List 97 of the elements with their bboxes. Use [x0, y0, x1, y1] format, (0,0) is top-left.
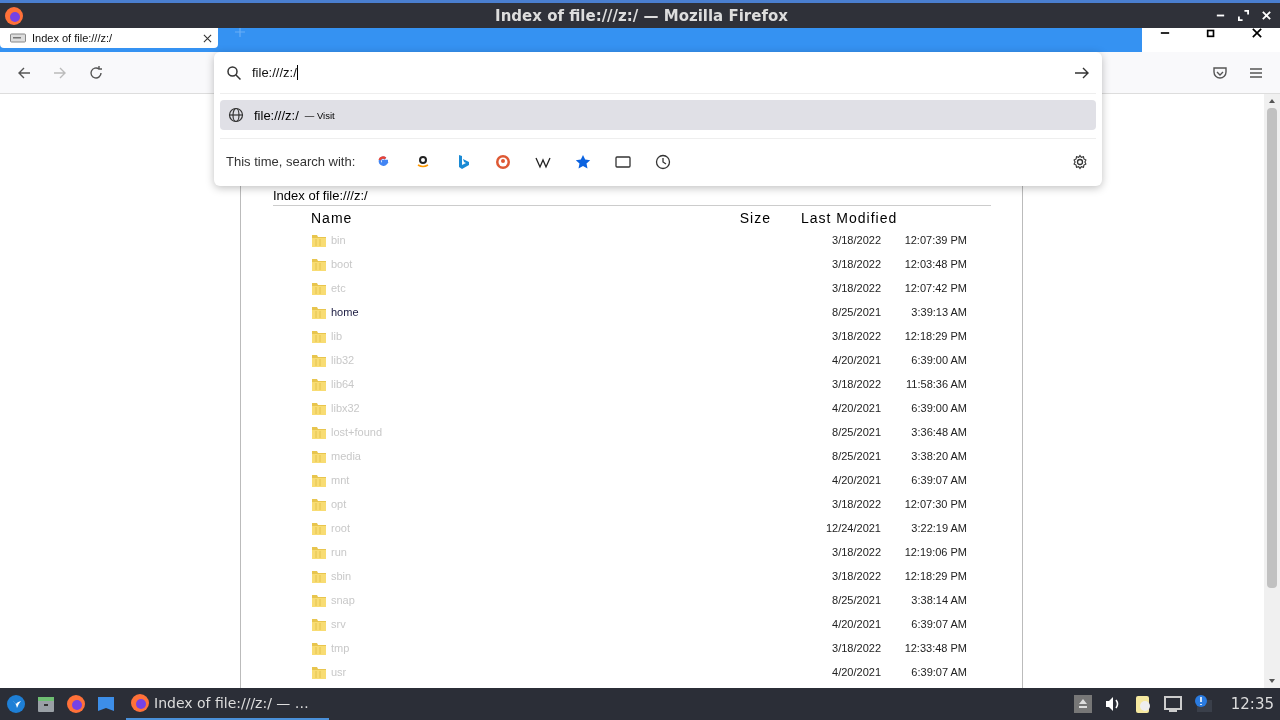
column-header[interactable]: Size	[739, 210, 771, 226]
date-cell: 4/20/2021	[832, 402, 881, 414]
date-cell: 8/25/2021	[832, 306, 881, 318]
folder-icon	[311, 352, 327, 368]
time-cell: 6:39:00 AM	[911, 402, 967, 414]
firefox-icon[interactable]	[66, 694, 86, 714]
folder-icon	[311, 256, 327, 272]
folder-icon	[311, 232, 327, 248]
time-cell: 3:39:13 AM	[911, 306, 967, 318]
time-cell: 12:18:29 PM	[904, 570, 967, 582]
date-cell: 3/18/2022	[832, 378, 881, 390]
time-cell: 3:38:20 AM	[911, 450, 967, 462]
time-cell: 3:22:19 AM	[911, 522, 967, 534]
folder-icon	[311, 592, 327, 608]
close-tab-icon[interactable]	[203, 33, 212, 43]
maximize-icon[interactable]	[1238, 10, 1249, 21]
folder-icon	[311, 568, 327, 584]
folder-icon	[311, 544, 327, 560]
date-cell: 4/20/2021	[832, 354, 881, 366]
folder-icon	[311, 280, 327, 296]
suggestion-row[interactable]: file:///z:/ — Visit	[220, 100, 1096, 130]
window-title: Index of file:///z:/ — Mozilla Firefox	[494, 6, 789, 25]
tab-label: Index of file:///z:/	[32, 32, 114, 44]
bookmark-star-icon[interactable]	[575, 153, 592, 170]
time-cell: 11:58:36 AM	[906, 378, 967, 390]
network-icon[interactable]	[1162, 694, 1183, 714]
date-cell: 3/18/2022	[832, 330, 881, 342]
duckduckgo-icon[interactable]	[495, 153, 512, 170]
date-cell: 8/25/2021	[832, 450, 881, 462]
date-cell: 8/25/2021	[832, 426, 881, 438]
pocket-icon[interactable]	[1212, 64, 1228, 81]
tab[interactable]: Index of file:///z:/	[0, 28, 218, 48]
folder-icon	[311, 664, 327, 680]
notification-icon[interactable]	[1192, 694, 1213, 714]
folder-icon	[311, 328, 327, 344]
eject-icon[interactable]	[1072, 694, 1093, 714]
time-cell: 12:33:48 PM	[904, 642, 967, 654]
folder-icon	[311, 376, 327, 392]
date-cell: 3/18/2022	[832, 234, 881, 246]
time-cell: 12:18:29 PM	[904, 330, 967, 342]
globe-icon	[228, 107, 244, 123]
folder-link[interactable]: home	[331, 306, 359, 318]
column-header[interactable]: Last Modified	[801, 210, 898, 226]
file-cabinet-icon[interactable]	[36, 694, 56, 714]
new-tab-icon[interactable]	[234, 26, 246, 38]
time-cell: 3:36:48 AM	[911, 426, 967, 438]
date-cell: 4/20/2021	[832, 666, 881, 678]
time-cell: 12:07:39 PM	[904, 234, 967, 246]
scroll-thumb[interactable]	[1267, 108, 1277, 588]
tabs-icon[interactable]	[615, 153, 632, 170]
time-cell: 12:03:48 PM	[904, 258, 967, 270]
time-cell: 12:07:30 PM	[904, 498, 967, 510]
taskbar-window-button[interactable]: Index of file:///z:/ — …	[126, 688, 329, 720]
date-cell: 3/18/2022	[832, 570, 881, 582]
scrollbar[interactable]	[1264, 94, 1280, 688]
folder-icon	[311, 616, 327, 632]
date-cell: 12/24/2021	[825, 522, 881, 534]
date-cell: 3/18/2022	[832, 282, 881, 294]
time-cell: 12:19:06 PM	[904, 546, 967, 558]
date-cell: 3/18/2022	[832, 546, 881, 558]
address-text: file:///z:/	[252, 65, 297, 80]
column-header[interactable]: Name	[311, 210, 353, 226]
date-cell: 4/20/2021	[832, 618, 881, 630]
suggestion-action: — Visit	[304, 109, 335, 121]
date-cell: 3/18/2022	[832, 642, 881, 654]
search-icon	[226, 64, 242, 81]
time-cell: 6:39:00 AM	[911, 354, 967, 366]
time-cell: 6:39:07 AM	[911, 474, 967, 486]
folder-icon	[311, 424, 327, 440]
drive-icon	[10, 33, 26, 43]
time-cell: 3:38:14 AM	[911, 594, 967, 606]
folder-icon	[311, 304, 327, 320]
date-cell: 3/18/2022	[832, 498, 881, 510]
firefox-logo-icon	[4, 5, 24, 26]
folder-icon	[311, 496, 327, 512]
clock[interactable]: 12:35	[1230, 695, 1274, 713]
time-cell: 6:39:07 AM	[911, 618, 967, 630]
restore-icon[interactable]	[1205, 28, 1217, 38]
date-cell: 4/20/2021	[832, 474, 881, 486]
reload-icon[interactable]	[88, 64, 104, 81]
time-cell: 12:07:42 PM	[904, 282, 967, 294]
folder-icon	[311, 448, 327, 464]
suggestion-url: file:///z:/	[254, 107, 299, 123]
date-cell: 3/18/2022	[832, 258, 881, 270]
settings-icon[interactable]	[1072, 153, 1088, 170]
date-cell: 8/25/2021	[832, 594, 881, 606]
page-heading: Index of file:///z:/	[273, 188, 991, 206]
close-icon[interactable]	[1251, 28, 1263, 38]
folder-icon	[311, 472, 327, 488]
folder-icon	[311, 400, 327, 416]
firefox-icon	[130, 693, 150, 713]
time-cell: 6:39:07 AM	[911, 666, 967, 678]
folder-icon	[311, 520, 327, 536]
history-icon[interactable]	[655, 153, 672, 170]
folder-icon	[311, 640, 327, 656]
start-menu-icon[interactable]	[6, 694, 26, 714]
search-with-label: This time, search with:	[226, 154, 356, 169]
